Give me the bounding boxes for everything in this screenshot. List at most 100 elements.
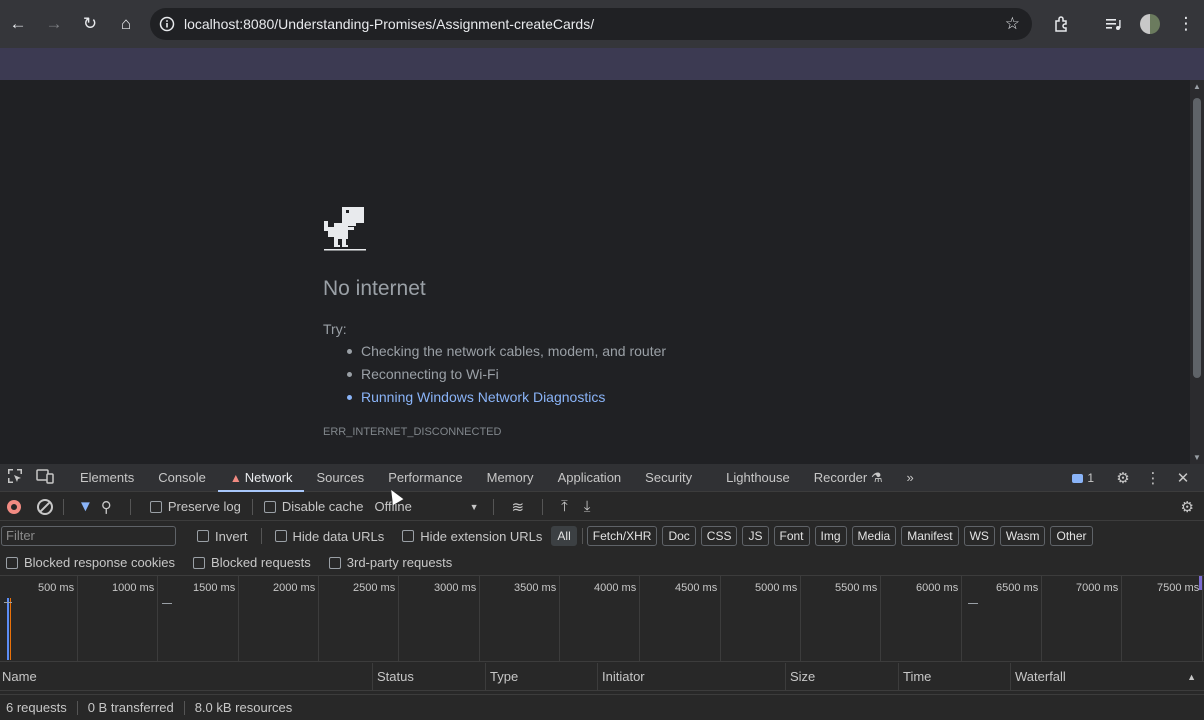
checkbox-box[interactable]: [197, 530, 209, 542]
network-overview-timeline[interactable]: 500 ms 1000 ms 1500 ms 2000 ms 2500 ms 3000 m…: [0, 576, 1204, 662]
hide-extension-urls-label: Hide extension URLs: [420, 528, 543, 544]
preserve-log-label: Preserve log: [167, 499, 241, 514]
timeline-tick-label: 4000 ms: [594, 582, 637, 594]
network-conditions-icon[interactable]: ≋: [512, 498, 525, 516]
type-filter-other[interactable]: Other: [1050, 526, 1093, 546]
extensions-icon[interactable]: [1044, 6, 1080, 42]
invert-checkbox[interactable]: Invert: [197, 529, 248, 544]
scrollbar-thumb[interactable]: [1193, 98, 1201, 378]
type-filter-img[interactable]: Img: [814, 526, 847, 546]
network-diagnostics-link[interactable]: Running Windows Network Diagnostics: [346, 388, 666, 411]
column-waterfall[interactable]: Waterfall ▲: [1010, 663, 1204, 691]
more-tabs-icon[interactable]: »: [895, 464, 926, 492]
tab-network[interactable]: ▲ Network: [217, 464, 305, 492]
type-filter-all[interactable]: All: [551, 526, 577, 546]
type-filter-css[interactable]: CSS: [700, 526, 738, 546]
tab-elements[interactable]: Elements: [68, 464, 146, 492]
page-scrollbar[interactable]: ▲ ▼: [1190, 80, 1204, 464]
home-icon[interactable]: ⌂: [108, 6, 144, 42]
preserve-log-checkbox[interactable]: Preserve log: [149, 499, 241, 514]
hide-extension-urls-checkbox[interactable]: Hide extension URLs: [402, 529, 542, 544]
column-initiator[interactable]: Initiator: [597, 663, 785, 691]
devtools-menu-icon[interactable]: ⋮: [1138, 469, 1168, 487]
scroll-up-icon[interactable]: ▲: [1193, 82, 1201, 91]
toolbar-divider: [129, 498, 131, 515]
type-filter-font[interactable]: Font: [773, 526, 810, 546]
column-name[interactable]: Name: [0, 663, 372, 691]
type-filter-fetch-xhr[interactable]: Fetch/XHR: [586, 526, 658, 546]
tab-lighthouse[interactable]: Lighthouse: [714, 464, 802, 492]
search-icon[interactable]: ⚲: [101, 498, 112, 516]
record-stop-button[interactable]: [7, 499, 21, 514]
type-filter-js[interactable]: JS: [742, 526, 769, 546]
toolbar-divider: [492, 498, 494, 515]
profile-avatar[interactable]: [1132, 6, 1168, 42]
address-bar[interactable]: localhost:8080/Understanding-Promises/As…: [150, 8, 1032, 40]
filter-input[interactable]: Filter: [1, 526, 176, 546]
browser-menu-icon[interactable]: ⋮: [1168, 6, 1204, 42]
type-filter-manifest[interactable]: Manifest: [901, 526, 959, 546]
tab-application[interactable]: Application: [546, 464, 634, 492]
timeline-tick-label: 2000 ms: [273, 582, 316, 594]
request-bar: [7, 598, 9, 660]
third-party-checkbox[interactable]: 3rd-party requests: [328, 555, 452, 570]
tab-recorder[interactable]: Recorder ⚗: [802, 464, 895, 492]
reload-icon[interactable]: ↻: [72, 6, 108, 42]
inspect-element-icon[interactable]: [0, 468, 30, 488]
clear-icon[interactable]: [37, 498, 53, 515]
request-bar: [4, 602, 12, 603]
issues-badge[interactable]: 1: [1072, 471, 1094, 485]
site-info-icon[interactable]: [150, 16, 184, 32]
scroll-down-icon[interactable]: ▼: [1193, 453, 1201, 462]
tab-console[interactable]: Console: [146, 464, 218, 492]
checkbox-box[interactable]: [193, 556, 206, 569]
hide-data-urls-checkbox[interactable]: Hide data URLs: [274, 529, 384, 544]
sort-ascending-icon: ▲: [1187, 672, 1196, 682]
bookmark-star-icon[interactable]: ☆: [1005, 14, 1020, 34]
timeline-gridline: [398, 576, 399, 662]
error-page: No internet Try: Checking the network ca…: [0, 80, 1190, 464]
checkbox-box[interactable]: [149, 500, 162, 513]
filter-funnel-icon[interactable]: ▼: [78, 498, 93, 515]
checkbox-box[interactable]: [402, 530, 415, 542]
timeline-tick-label: 3000 ms: [434, 582, 477, 594]
checkbox-box[interactable]: [274, 530, 287, 542]
type-filter-doc[interactable]: Doc: [662, 526, 696, 546]
settings-gear-icon[interactable]: ⚙: [1108, 469, 1138, 487]
network-toolbar: ▼ ⚲ Preserve log Disable cache Offline ▼ …: [0, 493, 1204, 521]
tab-sources[interactable]: Sources: [304, 464, 376, 492]
media-controls-icon[interactable]: [1096, 6, 1132, 42]
resources-size: 8.0 kB resources: [194, 699, 293, 715]
tab-security[interactable]: Security: [633, 464, 704, 492]
column-size[interactable]: Size: [785, 663, 898, 691]
close-devtools-icon[interactable]: ✕: [1168, 469, 1198, 487]
column-status[interactable]: Status: [372, 663, 485, 691]
checkbox-box[interactable]: [6, 556, 18, 569]
checkbox-box[interactable]: [263, 500, 276, 513]
invert-label: Invert: [215, 528, 248, 544]
type-filter-media[interactable]: Media: [851, 526, 897, 546]
back-icon[interactable]: ←: [0, 6, 36, 42]
timeline-gridline: [961, 576, 962, 662]
network-settings-gear-icon[interactable]: ⚙: [1181, 498, 1194, 516]
tab-memory[interactable]: Memory: [475, 464, 546, 492]
blocked-requests-checkbox[interactable]: Blocked requests: [193, 555, 311, 570]
device-toolbar-icon[interactable]: [30, 468, 60, 488]
url-text: localhost:8080/Understanding-Promises/As…: [184, 16, 595, 32]
error-title: No internet: [323, 277, 426, 300]
export-har-icon[interactable]: ⤓: [584, 498, 591, 515]
disable-cache-checkbox[interactable]: Disable cache: [263, 499, 364, 514]
toolbar-divider: [581, 528, 583, 544]
column-time[interactable]: Time: [898, 663, 1010, 691]
import-har-icon[interactable]: ⤒: [561, 498, 568, 515]
tab-performance[interactable]: Performance: [376, 464, 474, 492]
checkbox-box[interactable]: [328, 556, 341, 569]
timeline-tick-label: 5500 ms: [835, 582, 878, 594]
timeline-gridline: [1041, 576, 1042, 662]
request-bar: [162, 603, 172, 604]
column-type[interactable]: Type: [485, 663, 597, 691]
blocked-cookies-checkbox[interactable]: Blocked response cookies: [6, 555, 175, 570]
type-filter-wasm[interactable]: Wasm: [999, 526, 1046, 546]
forward-icon[interactable]: →: [36, 6, 72, 42]
type-filter-ws[interactable]: WS: [963, 526, 995, 546]
